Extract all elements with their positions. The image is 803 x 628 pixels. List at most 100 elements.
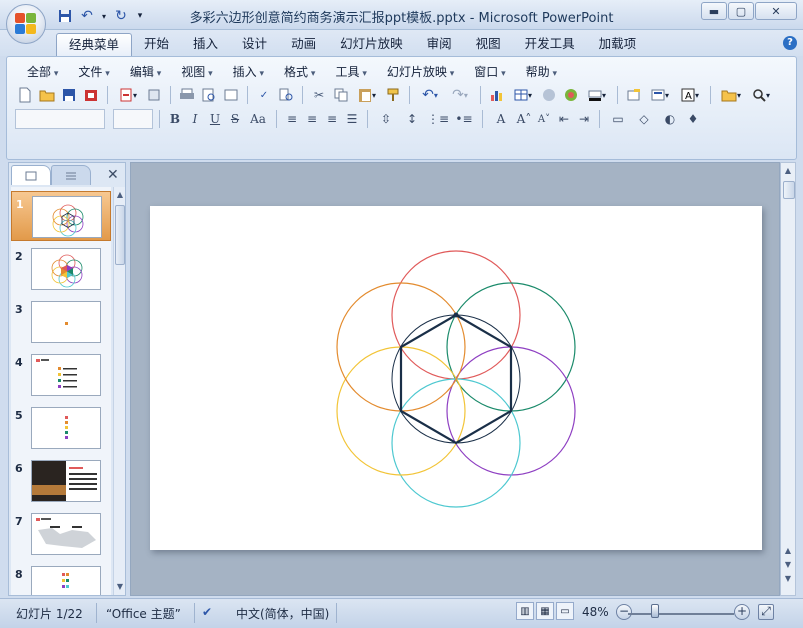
line-spacing-icon[interactable]: ↕ — [400, 110, 424, 128]
justify-icon[interactable]: ☰ — [343, 110, 361, 128]
insert-table-icon[interactable]: ▾ — [509, 85, 537, 105]
previous-slide-icon[interactable]: ▲ — [783, 545, 793, 557]
research-icon[interactable] — [276, 85, 296, 105]
zoom-out-icon[interactable]: − — [616, 604, 632, 620]
maximize-button[interactable]: ▢ — [728, 2, 754, 20]
scroll-down-icon[interactable]: ▼ — [783, 573, 793, 585]
scroll-up-icon[interactable]: ▲ — [115, 189, 125, 201]
change-case-icon[interactable]: Aa — [246, 110, 270, 128]
permission-icon[interactable] — [81, 85, 101, 105]
menu-item-0[interactable]: 全部 — [17, 63, 68, 81]
tab-2[interactable]: 插入 — [181, 33, 230, 56]
bold-icon[interactable]: B — [166, 110, 184, 128]
print-preview-icon[interactable] — [199, 85, 219, 105]
export-pdf-icon[interactable]: ▾ — [114, 85, 142, 105]
slide-thumbnail[interactable]: 3 — [11, 297, 111, 347]
grow-font-icon[interactable]: A˄ — [515, 110, 533, 128]
copy-icon[interactable] — [331, 85, 351, 105]
font-name-combo[interactable] — [15, 109, 105, 129]
tab-6[interactable]: 审阅 — [415, 33, 464, 56]
picture-icon[interactable] — [561, 85, 581, 105]
tab-3[interactable]: 设计 — [230, 33, 279, 56]
vertical-scrollbar[interactable]: ▲ ▲ ▼ ▼ — [780, 162, 796, 596]
text-direction-icon[interactable]: ⇳ — [374, 110, 398, 128]
font-size-combo[interactable] — [113, 109, 153, 129]
help-icon[interactable]: ? — [783, 36, 797, 50]
underline-icon[interactable]: U — [206, 110, 224, 128]
text-box-icon[interactable]: A ▾ — [676, 85, 704, 105]
cut-icon[interactable]: ✂ — [309, 85, 329, 105]
tab-7[interactable]: 视图 — [464, 33, 513, 56]
redo-toolbar-icon[interactable]: ↷ ▾ — [446, 85, 474, 105]
insert-chart-icon[interactable] — [487, 85, 507, 105]
align-left-icon[interactable]: ≡ — [283, 110, 301, 128]
slide-thumbnail[interactable]: 2 — [11, 244, 111, 294]
slide-thumbnail[interactable]: 8 — [11, 562, 111, 595]
scroll-thumb[interactable] — [783, 181, 795, 199]
spelling-icon[interactable]: ✓ — [254, 85, 274, 105]
tab-4[interactable]: 动画 — [279, 33, 328, 56]
slide-thumbnail[interactable]: 6 — [11, 456, 111, 506]
tab-8[interactable]: 开发工具 — [513, 33, 587, 56]
undo-toolbar-icon[interactable]: ↶ ▾ — [416, 85, 444, 105]
new-slide-icon[interactable] — [624, 85, 644, 105]
align-right-icon[interactable]: ≡ — [323, 110, 341, 128]
slide-sorter-icon[interactable]: ▦ — [536, 602, 554, 620]
print-icon[interactable] — [177, 85, 197, 105]
slides-tab[interactable] — [11, 165, 51, 185]
strikethrough-icon[interactable]: S — [226, 110, 244, 128]
italic-icon[interactable]: I — [186, 110, 204, 128]
slide-show-icon[interactable]: ▭ — [556, 602, 574, 620]
theme-name[interactable]: “Office 主题” — [106, 605, 181, 622]
align-center-icon[interactable]: ≡ — [303, 110, 321, 128]
scroll-up-icon[interactable]: ▲ — [783, 165, 793, 177]
fit-to-window-icon[interactable]: ⤢ — [758, 604, 774, 620]
zoom-slider[interactable] — [628, 613, 734, 615]
numbering-icon[interactable]: ⋮≡ — [426, 110, 450, 128]
scroll-down-icon[interactable]: ▼ — [115, 581, 125, 593]
format-painter-icon[interactable] — [383, 85, 403, 105]
menu-item-3[interactable]: 视图 — [171, 63, 222, 81]
tab-0[interactable]: 经典菜单 — [56, 33, 133, 56]
slide-layout-icon[interactable] — [221, 85, 241, 105]
spelling-check-icon[interactable]: ✔ — [202, 605, 212, 619]
normal-view-icon[interactable]: ▥ — [516, 602, 534, 620]
close-pane-icon[interactable]: ✕ — [107, 167, 119, 183]
current-slide[interactable] — [150, 206, 762, 550]
menu-item-8[interactable]: 窗口 — [464, 63, 515, 81]
paste-icon[interactable]: ▾ — [353, 85, 381, 105]
find-icon[interactable]: ▾ — [747, 85, 775, 105]
slide-thumbnail[interactable]: 7 — [11, 509, 111, 559]
save-toolbar-icon[interactable] — [59, 85, 79, 105]
quick-styles-icon[interactable]: ◐ — [658, 110, 682, 128]
slide-thumbnail[interactable]: 4 — [11, 350, 111, 400]
zoom-level[interactable]: 48% — [582, 605, 609, 619]
zoom-slider-knob[interactable] — [651, 604, 659, 618]
menu-item-9[interactable]: 帮助 — [516, 63, 567, 81]
next-slide-icon[interactable]: ▼ — [783, 559, 793, 571]
shape-fill-icon[interactable]: ♦ — [684, 110, 702, 128]
fill-color-icon[interactable]: ▾ — [583, 85, 611, 105]
menu-item-4[interactable]: 插入 — [223, 63, 274, 81]
clipart-icon[interactable] — [539, 85, 559, 105]
tab-5[interactable]: 幻灯片放映 — [328, 33, 415, 56]
tab-9[interactable]: 加载项 — [587, 33, 649, 56]
thumbnail-scrollbar[interactable]: ▲ ▼ — [113, 187, 125, 595]
office-button[interactable] — [6, 4, 46, 44]
menu-item-7[interactable]: 幻灯片放映 — [377, 63, 464, 81]
menu-item-1[interactable]: 文件 — [68, 63, 119, 81]
minimize-button[interactable]: ▬ — [701, 2, 727, 20]
layout-icon[interactable]: ▾ — [646, 85, 674, 105]
slide-thumbnail[interactable]: 1 — [11, 191, 111, 241]
menu-item-5[interactable]: 格式 — [274, 63, 325, 81]
open-icon[interactable] — [37, 85, 57, 105]
shrink-font-icon[interactable]: A˅ — [535, 110, 553, 128]
outline-tab[interactable] — [51, 165, 91, 185]
zoom-in-icon[interactable]: + — [734, 604, 750, 620]
arrange-icon[interactable]: ▭ — [606, 110, 630, 128]
language-indicator[interactable]: 中文(简体，中国) — [236, 605, 329, 622]
increase-indent-icon[interactable]: ⇥ — [575, 110, 593, 128]
attach-icon[interactable] — [144, 85, 164, 105]
slide-thumbnail[interactable]: 5 — [11, 403, 111, 453]
tab-1[interactable]: 开始 — [132, 33, 181, 56]
